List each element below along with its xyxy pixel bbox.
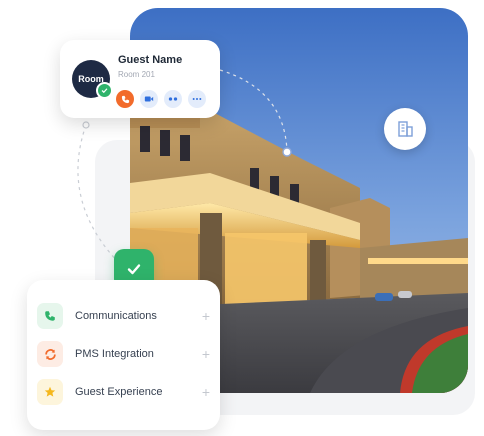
verified-icon [96,82,113,99]
feature-item-guest-experience[interactable]: Guest Experience + [37,377,212,407]
feature-icon-box [37,379,63,405]
guest-room: Room 201 [118,70,155,79]
guest-card[interactable]: Room Guest Name Room 201 [60,40,220,118]
feature-icon-box [37,341,63,367]
message-icon [168,97,178,101]
phone-icon [45,311,55,321]
guest-actions [116,90,206,108]
call-button[interactable] [116,90,134,108]
building-icon-badge [384,108,426,150]
check-icon [127,264,141,275]
video-call-button[interactable] [140,90,158,108]
building-icon [398,121,413,137]
phone-icon [121,95,129,103]
sync-icon [44,348,56,360]
star-icon [44,386,56,397]
feature-item-pms-integration[interactable]: PMS Integration + [37,339,212,369]
more-icon [192,98,202,100]
features-card: Communications + PMS Integration + Guest… [27,280,220,430]
message-button[interactable] [164,90,182,108]
avatar: Room [72,60,113,99]
more-button[interactable] [188,90,206,108]
feature-label: Communications [75,310,157,322]
feature-label: PMS Integration [75,348,154,360]
feature-label: Guest Experience [75,386,163,398]
expand-button[interactable]: + [202,346,210,362]
video-icon [144,96,154,102]
feature-icon-box [37,303,63,329]
expand-button[interactable]: + [202,308,210,324]
expand-button[interactable]: + [202,384,210,400]
guest-name: Guest Name [118,54,183,66]
feature-item-communications[interactable]: Communications + [37,301,212,331]
